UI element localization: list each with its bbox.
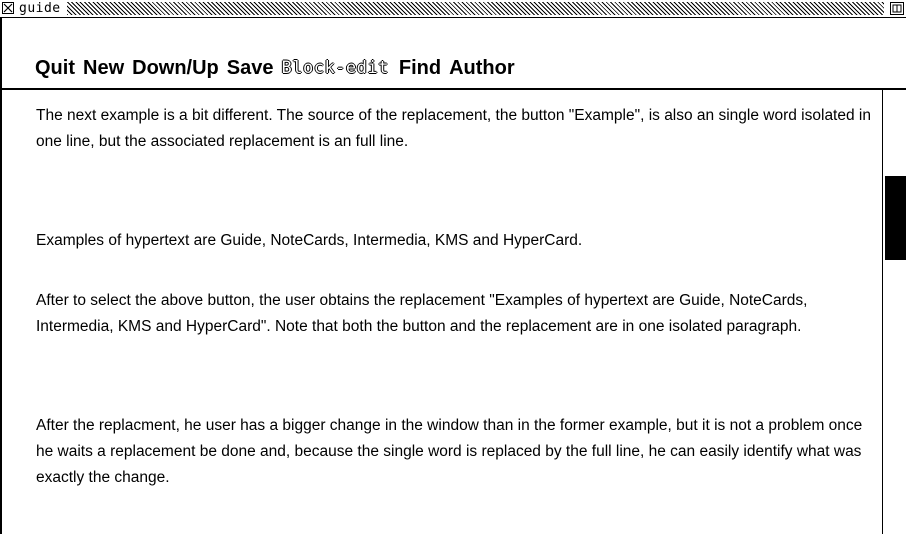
menu-new[interactable]: New (83, 56, 124, 80)
menu-bar: Quit New Down/Up Save Block-edit Find Au… (2, 18, 906, 90)
title-bar-hatch[interactable] (67, 2, 884, 15)
menu-down-up[interactable]: Down/Up (132, 56, 219, 80)
paragraph: After to select the above button, the us… (36, 292, 808, 335)
vertical-scrollbar[interactable] (882, 90, 906, 534)
menu-find[interactable]: Find (399, 56, 441, 80)
menu-items: Quit New Down/Up Save Block-edit Find Au… (35, 56, 523, 80)
document-area[interactable]: The next example is a bit different. The… (2, 90, 882, 534)
menu-quit[interactable]: Quit (35, 56, 75, 80)
menu-block-edit: Block-edit (281, 58, 389, 78)
zoom-icon[interactable] (890, 2, 904, 15)
close-icon[interactable] (2, 2, 14, 14)
title-bar[interactable]: guide (0, 0, 906, 18)
scrollbar-thumb[interactable] (885, 176, 906, 260)
paragraph: Examples of hypertext are Guide, NoteCar… (36, 232, 583, 249)
menu-author[interactable]: Author (449, 56, 515, 80)
menu-save[interactable]: Save (227, 56, 274, 80)
window-title: guide (18, 0, 65, 17)
paragraph: The next example is a bit different. The… (36, 107, 871, 150)
paragraph: After the replacment, he user has a bigg… (36, 417, 863, 486)
